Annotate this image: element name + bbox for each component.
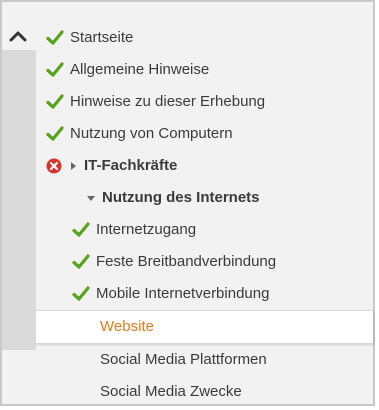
check-icon: [46, 94, 64, 109]
nav-item-label: Internetzugang: [96, 221, 197, 238]
navigation-panel: Startseite Allgemeine Hinweise Hinweise …: [0, 0, 375, 406]
nav-item-label: Allgemeine Hinweise: [70, 61, 210, 78]
check-icon: [72, 222, 90, 237]
nav-item-startseite[interactable]: Startseite: [36, 22, 373, 54]
nav-item-label: IT-Fachkräfte: [84, 157, 178, 174]
chevron-up-icon[interactable]: [8, 28, 28, 44]
check-icon: [72, 254, 90, 269]
nav-item-feste-breitband[interactable]: Feste Breitbandverbindung: [36, 246, 373, 278]
caret-right-icon[interactable]: [68, 161, 78, 171]
nav-item-nutzung-internets[interactable]: Nutzung des Internets: [36, 182, 373, 214]
check-icon: [46, 30, 64, 45]
nav-item-label: Startseite: [70, 29, 134, 46]
nav-item-label: Social Media Zwecke: [100, 383, 242, 400]
error-icon: [46, 158, 62, 174]
scrollbar-thumb[interactable]: [2, 50, 36, 350]
nav-item-label: Mobile Internetverbindung: [96, 285, 270, 302]
nav-item-label: Nutzung von Computern: [70, 125, 233, 142]
nav-item-label: Feste Breitbandverbindung: [96, 253, 277, 270]
nav-item-social-media-plattformen[interactable]: Social Media Plattformen: [36, 344, 373, 376]
nav-item-label: Hinweise zu dieser Erhebung: [70, 93, 266, 110]
scrollbar[interactable]: [2, 2, 36, 404]
caret-down-icon[interactable]: [86, 193, 96, 203]
nav-item-website[interactable]: Website: [36, 310, 373, 344]
nav-item-label: Social Media Plattformen: [100, 351, 267, 368]
nav-item-nutzung-computern[interactable]: Nutzung von Computern: [36, 118, 373, 150]
check-icon: [72, 286, 90, 301]
nav-item-it-fachkraefte[interactable]: IT-Fachkräfte: [36, 150, 373, 182]
nav-item-allgemeine-hinweise[interactable]: Allgemeine Hinweise: [36, 54, 373, 86]
nav-item-mobile-internet[interactable]: Mobile Internetverbindung: [36, 278, 373, 310]
check-icon: [46, 62, 64, 77]
nav-item-label: Website: [100, 318, 154, 335]
nav-item-hinweise-erhebung[interactable]: Hinweise zu dieser Erhebung: [36, 86, 373, 118]
nav-item-social-media-zwecke[interactable]: Social Media Zwecke: [36, 376, 373, 408]
nav-item-label: Nutzung des Internets: [102, 189, 260, 206]
nav-item-internetzugang[interactable]: Internetzugang: [36, 214, 373, 246]
check-icon: [46, 126, 64, 141]
